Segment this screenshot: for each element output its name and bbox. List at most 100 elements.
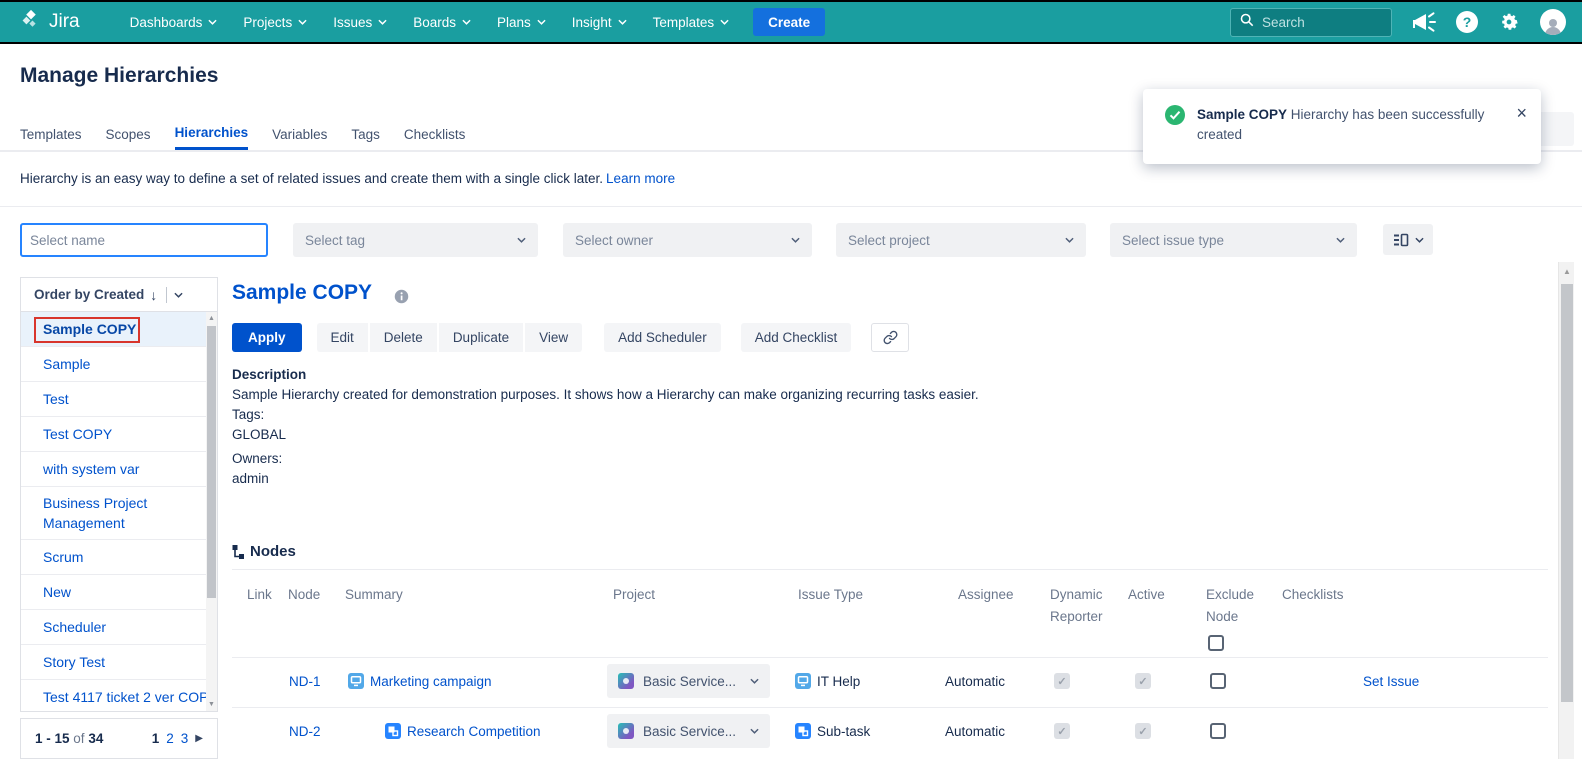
nav-templates[interactable]: Templates: [653, 15, 730, 30]
create-button[interactable]: Create: [753, 8, 825, 36]
sidebar-scrollbar[interactable]: ▲ ▼: [206, 312, 217, 711]
edit-action-group: Edit Delete Duplicate View: [317, 323, 583, 352]
view-button[interactable]: View: [525, 323, 582, 352]
search-input[interactable]: [1262, 15, 1372, 30]
close-icon[interactable]: ×: [1516, 105, 1527, 121]
link-icon: [883, 330, 898, 345]
node-key-link[interactable]: ND-2: [289, 724, 321, 739]
issue-type-value: Sub-task: [817, 724, 870, 739]
list-item-sample-copy[interactable]: Sample COPY: [21, 312, 217, 347]
exclude-node-checkbox[interactable]: [1210, 723, 1226, 739]
nav-issues[interactable]: Issues: [333, 15, 387, 30]
page-scrollbar[interactable]: ▲: [1558, 262, 1574, 759]
tags-value: GLOBAL: [232, 427, 286, 442]
apply-button[interactable]: Apply: [232, 323, 302, 352]
intro-text: Hierarchy is an easy way to define a set…: [20, 171, 675, 186]
sort-descending-icon[interactable]: ↓: [150, 287, 157, 303]
page-2-button[interactable]: 2: [166, 731, 174, 746]
project-select-nd2[interactable]: Basic Service...: [607, 714, 770, 748]
nodes-section-header: Nodes: [232, 543, 296, 560]
pagination-range: 1 - 15 of 34: [35, 731, 103, 746]
tab-hierarchies[interactable]: Hierarchies: [175, 118, 249, 150]
nav-insight[interactable]: Insight: [572, 15, 627, 30]
sidebar-scrollbar-thumb[interactable]: [207, 326, 216, 598]
page-3-button[interactable]: 3: [181, 731, 189, 746]
set-issue-link[interactable]: Set Issue: [1363, 674, 1419, 689]
summary-link[interactable]: Research Competition: [407, 724, 541, 739]
scroll-down-icon[interactable]: ▼: [206, 701, 217, 708]
hierarchy-nodes-icon: [232, 544, 245, 560]
summary-link[interactable]: Marketing campaign: [370, 674, 492, 689]
select-owner-dropdown[interactable]: Select owner: [563, 223, 812, 257]
list-item-test[interactable]: Test: [21, 382, 217, 417]
jira-logo-icon: [20, 8, 42, 36]
nav-dashboards[interactable]: Dashboards: [130, 15, 218, 30]
chevron-down-icon[interactable]: [174, 292, 183, 298]
chevron-down-icon: [1415, 237, 1424, 243]
duplicate-button[interactable]: Duplicate: [439, 323, 523, 352]
search-icon: [1240, 13, 1254, 32]
owners-label: Owners:: [232, 451, 282, 466]
list-item-test-copy[interactable]: Test COPY: [21, 417, 217, 452]
jira-manage-hierarchies-screen: Jira Dashboards Projects Issues Boards P…: [0, 0, 1582, 759]
add-checklist-button[interactable]: Add Checklist: [741, 323, 852, 352]
node-key-link[interactable]: ND-1: [289, 674, 321, 689]
row-divider: [232, 707, 1548, 708]
chevron-down-icon: [517, 237, 526, 243]
list-item-story-test[interactable]: Story Test: [21, 645, 217, 680]
order-by-header[interactable]: Order by Created ↓: [21, 278, 217, 312]
copy-link-button[interactable]: [871, 323, 909, 352]
success-check-icon: [1165, 105, 1185, 130]
select-project-dropdown[interactable]: Select project: [836, 223, 1086, 257]
project-select-nd1[interactable]: Basic Service...: [607, 664, 770, 698]
help-icon[interactable]: ?: [1456, 11, 1478, 33]
view-options-button[interactable]: [1383, 224, 1433, 255]
page-scrollbar-thumb[interactable]: [1561, 284, 1573, 702]
chevron-down-icon: [1065, 237, 1074, 243]
active-checkbox: ✓: [1135, 673, 1151, 689]
info-icon[interactable]: [394, 289, 409, 309]
chevron-down-icon: [208, 19, 217, 25]
scroll-up-icon[interactable]: ▲: [1559, 267, 1575, 276]
tab-scopes[interactable]: Scopes: [106, 118, 151, 150]
user-avatar[interactable]: [1540, 9, 1566, 35]
jira-brand-text: Jira: [49, 11, 80, 33]
assignee-value: Automatic: [945, 724, 1005, 739]
next-page-icon[interactable]: ▶: [195, 733, 203, 744]
learn-more-link[interactable]: Learn more: [606, 171, 675, 186]
list-item-scrum[interactable]: Scrum: [21, 540, 217, 575]
nav-plans[interactable]: Plans: [497, 15, 546, 30]
tab-variables[interactable]: Variables: [272, 118, 327, 150]
list-item-with-system-var[interactable]: with system var: [21, 452, 217, 487]
tab-templates[interactable]: Templates: [20, 118, 82, 150]
list-item-scheduler[interactable]: Scheduler: [21, 610, 217, 645]
delete-button[interactable]: Delete: [370, 323, 437, 352]
add-scheduler-button[interactable]: Add Scheduler: [604, 323, 721, 352]
page-1-button[interactable]: 1: [152, 731, 160, 746]
list-item-new[interactable]: New: [21, 575, 217, 610]
tab-tags[interactable]: Tags: [351, 118, 380, 150]
chevron-down-icon: [537, 19, 546, 25]
hierarchy-detail-panel: Sample COPY Apply Edit Delete Duplicate …: [232, 277, 1548, 759]
col-summary: Summary: [345, 584, 403, 606]
edit-button[interactable]: Edit: [317, 323, 368, 352]
select-name-input[interactable]: [20, 223, 268, 257]
list-item-test-4117[interactable]: Test 4117 ticket 2 ver COPY: [21, 680, 217, 711]
announcements-icon[interactable]: [1412, 11, 1436, 33]
exclude-node-checkbox[interactable]: [1210, 673, 1226, 689]
list-item-sample[interactable]: Sample: [21, 347, 217, 382]
global-search[interactable]: [1230, 8, 1392, 37]
col-active: Active: [1128, 584, 1165, 606]
nav-boards[interactable]: Boards: [413, 15, 471, 30]
header-separator: [166, 287, 167, 303]
list-item-business-project-management[interactable]: Business Project Management: [21, 487, 217, 540]
scroll-up-icon[interactable]: ▲: [206, 315, 217, 322]
select-tag-dropdown[interactable]: Select tag: [293, 223, 538, 257]
exclude-all-checkbox[interactable]: [1208, 635, 1224, 651]
settings-gear-icon[interactable]: [1498, 11, 1520, 33]
nav-projects[interactable]: Projects: [243, 15, 307, 30]
toast-message: Sample COPY Hierarchy has been successfu…: [1197, 105, 1487, 145]
select-issue-type-dropdown[interactable]: Select issue type: [1110, 223, 1357, 257]
tab-checklists[interactable]: Checklists: [404, 118, 466, 150]
jira-logo[interactable]: Jira: [20, 8, 80, 36]
